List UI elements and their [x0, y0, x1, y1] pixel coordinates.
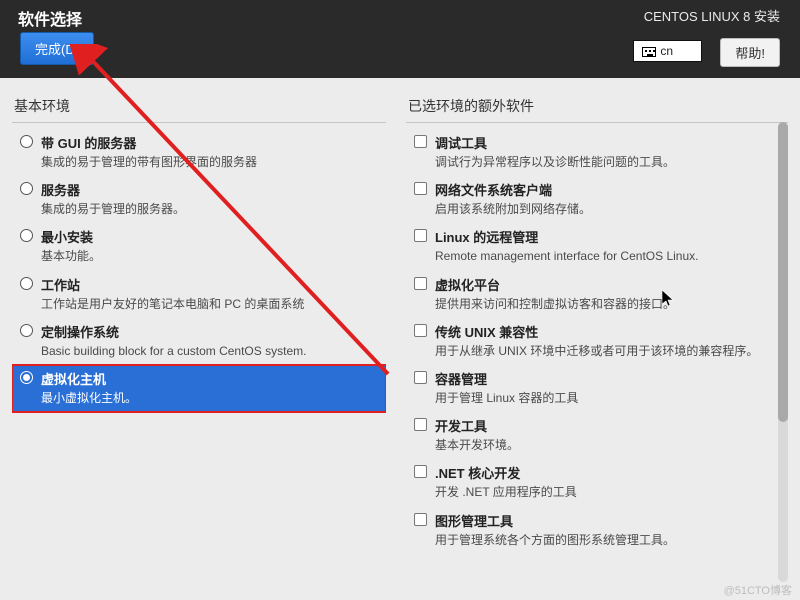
item-desc: 开发 .NET 应用程序的工具 — [435, 484, 782, 500]
base-env-item[interactable]: 工作站工作站是用户友好的笔记本电脑和 PC 的桌面系统 — [12, 271, 386, 318]
help-button[interactable]: 帮助! — [720, 38, 780, 67]
radio-icon[interactable] — [20, 182, 33, 195]
addon-item[interactable]: 网络文件系统客户端启用该系统附加到网络存储。 — [406, 176, 788, 223]
radio-icon[interactable] — [20, 371, 33, 384]
header-bar: 软件选择 CENTOS LINUX 8 安装 完成(D) cn 帮助! — [0, 0, 800, 78]
checkbox-icon[interactable] — [414, 465, 427, 478]
checkbox-icon[interactable] — [414, 513, 427, 526]
item-title: 最小安装 — [41, 227, 93, 246]
item-title: 容器管理 — [435, 369, 487, 388]
scrollbar-thumb[interactable] — [778, 122, 788, 422]
item-title: 开发工具 — [435, 416, 487, 435]
item-desc: 最小虚拟化主机。 — [41, 390, 380, 406]
checkbox-icon[interactable] — [414, 182, 427, 195]
item-title: 传统 UNIX 兼容性 — [435, 322, 538, 341]
content-area: 基本环境 带 GUI 的服务器集成的易于管理的带有图形界面的服务器服务器集成的易… — [0, 78, 800, 600]
item-title: 图形管理工具 — [435, 511, 513, 530]
keyboard-icon — [642, 47, 656, 57]
app-title: CENTOS LINUX 8 安装 — [644, 6, 780, 25]
base-env-item[interactable]: 带 GUI 的服务器集成的易于管理的带有图形界面的服务器 — [12, 129, 386, 176]
item-title: .NET 核心开发 — [435, 463, 520, 482]
addons-column: 已选环境的额外软件 调试工具调试行为异常程序以及诊断性能问题的工具。网络文件系统… — [406, 96, 788, 590]
item-desc: 基本开发环境。 — [435, 437, 782, 453]
addons-heading: 已选环境的额外软件 — [406, 96, 788, 123]
item-desc: 用于从继承 UNIX 环境中迁移或者可用于该环境的兼容程序。 — [435, 343, 782, 359]
item-desc: 基本功能。 — [41, 248, 380, 264]
checkbox-icon[interactable] — [414, 277, 427, 290]
base-env-item[interactable]: 定制操作系统 Basic building block for a custom … — [12, 318, 386, 365]
item-desc: 集成的易于管理的服务器。 — [41, 201, 380, 217]
addon-item[interactable]: 调试工具调试行为异常程序以及诊断性能问题的工具。 — [406, 129, 788, 176]
keyboard-locale-indicator[interactable]: cn — [633, 40, 702, 62]
checkbox-icon[interactable] — [414, 418, 427, 431]
addon-item[interactable]: 虚拟化平台提供用来访问和控制虚拟访客和容器的接口。 — [406, 271, 788, 318]
item-title: 定制操作系统 — [41, 322, 119, 341]
item-desc: 提供用来访问和控制虚拟访客和容器的接口。 — [435, 296, 782, 312]
item-title: 带 GUI 的服务器 — [41, 133, 136, 152]
page-title: 软件选择 — [18, 6, 82, 30]
radio-icon[interactable] — [20, 277, 33, 290]
base-env-item[interactable]: 最小安装基本功能。 — [12, 223, 386, 270]
base-environment-list: 带 GUI 的服务器集成的易于管理的带有图形界面的服务器服务器集成的易于管理的服… — [12, 129, 386, 590]
item-title: 工作站 — [41, 275, 80, 294]
item-title: 虚拟化主机 — [41, 369, 106, 388]
item-desc: 启用该系统附加到网络存储。 — [435, 201, 782, 217]
radio-icon[interactable] — [20, 229, 33, 242]
checkbox-icon[interactable] — [414, 135, 427, 148]
addon-item[interactable]: 容器管理用于管理 Linux 容器的工具 — [406, 365, 788, 412]
item-desc: 调试行为异常程序以及诊断性能问题的工具。 — [435, 154, 782, 170]
base-env-item[interactable]: 虚拟化主机最小虚拟化主机。 — [12, 365, 386, 412]
item-desc: Remote management interface for CentOS L… — [435, 248, 782, 264]
addon-item[interactable]: 开发工具基本开发环境。 — [406, 412, 788, 459]
base-env-item[interactable]: 服务器集成的易于管理的服务器。 — [12, 176, 386, 223]
base-environment-heading: 基本环境 — [12, 96, 386, 123]
radio-icon[interactable] — [20, 135, 33, 148]
done-button[interactable]: 完成(D) — [20, 32, 94, 65]
watermark: @51CTO博客 — [724, 582, 792, 598]
item-title: 服务器 — [41, 180, 80, 199]
item-desc: 用于管理系统各个方面的图形系统管理工具。 — [435, 532, 782, 548]
addons-list: 调试工具调试行为异常程序以及诊断性能问题的工具。网络文件系统客户端启用该系统附加… — [406, 129, 788, 590]
item-desc: Basic building block for a custom CentOS… — [41, 343, 380, 359]
addon-item[interactable]: 图形管理工具用于管理系统各个方面的图形系统管理工具。 — [406, 507, 788, 554]
addon-item[interactable]: 传统 UNIX 兼容性用于从继承 UNIX 环境中迁移或者可用于该环境的兼容程序… — [406, 318, 788, 365]
addon-item[interactable]: Linux 的远程管理 Remote management interface f… — [406, 223, 788, 270]
item-desc: 集成的易于管理的带有图形界面的服务器 — [41, 154, 380, 170]
item-title: Linux 的远程管理 — [435, 227, 538, 246]
item-desc: 用于管理 Linux 容器的工具 — [435, 390, 782, 406]
item-title: 网络文件系统客户端 — [435, 180, 552, 199]
checkbox-icon[interactable] — [414, 371, 427, 384]
item-title: 调试工具 — [435, 133, 487, 152]
item-title: 虚拟化平台 — [435, 275, 500, 294]
addon-item[interactable]: .NET 核心开发开发 .NET 应用程序的工具 — [406, 459, 788, 506]
scrollbar-track[interactable] — [778, 122, 788, 582]
locale-code: cn — [660, 44, 673, 58]
mouse-cursor-icon — [662, 290, 674, 308]
base-environment-column: 基本环境 带 GUI 的服务器集成的易于管理的带有图形界面的服务器服务器集成的易… — [12, 96, 386, 590]
item-desc: 工作站是用户友好的笔记本电脑和 PC 的桌面系统 — [41, 296, 380, 312]
checkbox-icon[interactable] — [414, 324, 427, 337]
checkbox-icon[interactable] — [414, 229, 427, 242]
radio-icon[interactable] — [20, 324, 33, 337]
